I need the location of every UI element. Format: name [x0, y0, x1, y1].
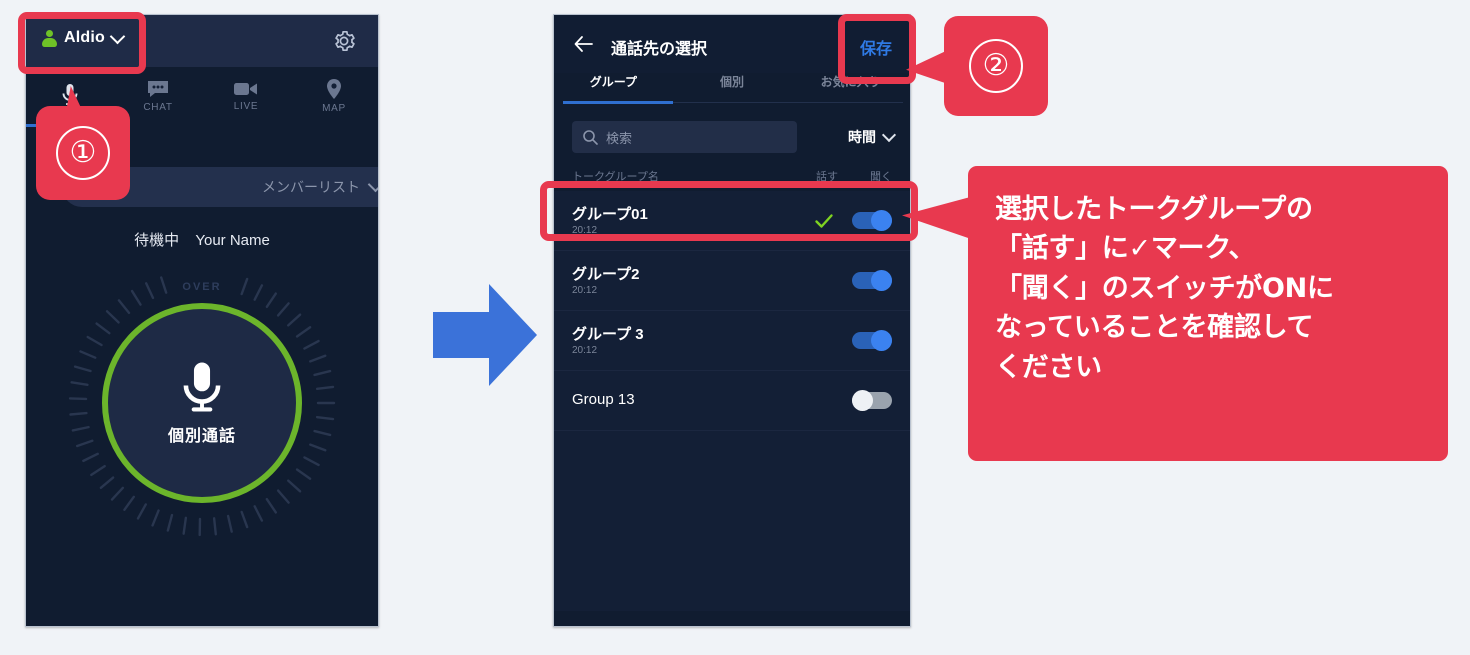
tutorial-figure: Aldio CHAT LIVE MAP メンバーリスト 待機中 Your Nam… — [0, 0, 1470, 655]
tab-map[interactable]: MAP — [290, 67, 378, 125]
tab-live-label: LIVE — [233, 101, 259, 112]
back-arrow-icon[interactable] — [572, 33, 594, 55]
tab-chat-label: CHAT — [143, 102, 173, 113]
group-time: 20:12 — [572, 345, 598, 356]
toggle-knob — [871, 330, 892, 351]
member-list-label: メンバーリスト — [262, 179, 360, 195]
chat-icon — [148, 81, 168, 97]
group-time: 20:12 — [572, 285, 598, 296]
table-row[interactable]: グループ2 20:12 — [554, 251, 910, 311]
microphone-icon — [183, 362, 221, 412]
phone-screen-right: 通話先の選択 保存 グループ 個別 お気に入り 検索 時間 トークグループ名 話… — [553, 14, 911, 627]
step-callout-2: ② — [944, 16, 1048, 116]
chevron-down-icon — [881, 127, 897, 143]
listen-toggle[interactable] — [852, 270, 892, 291]
search-input[interactable]: 検索 — [572, 121, 797, 153]
sort-selector[interactable]: 時間 — [848, 127, 897, 147]
search-row: 検索 時間 — [554, 115, 910, 161]
status-user-name: Your Name — [195, 232, 270, 249]
toggle-knob — [852, 390, 873, 411]
step-number-1: ① — [56, 126, 110, 180]
highlight-box-save — [838, 14, 916, 84]
gear-icon[interactable] — [332, 29, 356, 53]
search-placeholder: 検索 — [606, 130, 633, 146]
toggle-knob — [871, 270, 892, 291]
group-name: グループ2 — [572, 266, 640, 283]
talk-button-label: 個別通話 — [167, 428, 236, 445]
tab-live[interactable]: LIVE — [202, 67, 290, 125]
group-list: グループ01 20:12 グループ2 20:12 グループ 3 20:12 Gr… — [554, 191, 910, 611]
sort-label: 時間 — [848, 129, 876, 145]
table-row[interactable]: グループ 3 20:12 — [554, 311, 910, 371]
talk-button[interactable]: 個別通話 — [102, 303, 302, 503]
table-row[interactable]: Group 13 — [554, 371, 910, 431]
status-state: 待機中 — [134, 232, 180, 249]
map-pin-icon — [327, 79, 341, 99]
status-line: 待機中 Your Name — [26, 229, 378, 250]
tab-group[interactable]: グループ — [554, 73, 673, 103]
instruction-note: 選択したトークグループの 「話す」に✓マーク、 「聞く」のスイッチがONに なっ… — [968, 166, 1448, 461]
page-title: 通話先の選択 — [611, 41, 708, 58]
right-arrow-icon — [433, 284, 537, 386]
dial-over-label: OVER — [182, 281, 222, 293]
listen-toggle[interactable] — [852, 330, 892, 351]
tab-divider — [673, 102, 903, 103]
highlight-box-selected-row — [540, 181, 918, 241]
tab-individual[interactable]: 個別 — [673, 73, 792, 103]
search-icon — [583, 130, 598, 145]
chevron-down-icon — [367, 176, 378, 193]
highlight-box-account — [18, 12, 146, 74]
group-name: Group 13 — [572, 391, 635, 408]
listen-toggle[interactable] — [852, 390, 892, 411]
tab-map-label: MAP — [322, 103, 346, 114]
call-dial[interactable]: OVER 個別通話 — [66, 267, 338, 539]
active-tab-indicator — [563, 101, 673, 104]
group-name: グループ 3 — [572, 326, 644, 343]
step-number-2: ② — [969, 39, 1023, 93]
video-camera-icon — [234, 83, 257, 95]
step-callout-1: ① — [36, 106, 130, 200]
list-empty-area — [554, 431, 910, 611]
instruction-note-text: 選択したトークグループの 「話す」に✓マーク、 「聞く」のスイッチがONに なっ… — [995, 194, 1334, 383]
